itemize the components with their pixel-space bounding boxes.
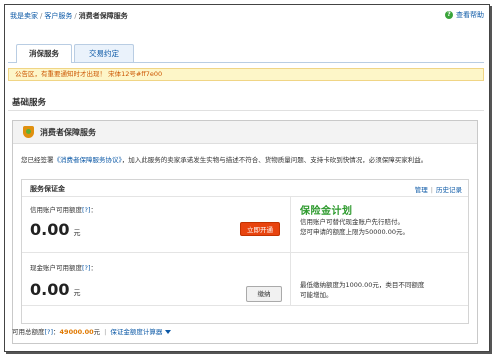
- credit-quota-colon: ：: [90, 206, 98, 214]
- breadcrumb-current: 消费者保障服务: [78, 12, 128, 20]
- total-quota-unit: 元: [93, 328, 101, 336]
- insurance-plan-text: 信用账户可替代现金账户先行赔付。 您可申请的额度上限为50000.00元。: [300, 217, 466, 237]
- section-divider: [8, 110, 484, 111]
- deposit-header: 服务保证金 管理 | 历史记录: [22, 180, 468, 197]
- deposit-links: 管理 | 历史记录: [415, 184, 462, 194]
- agreement-text: 您已经签署《消费者保障服务协议》，加入此服务的卖家承诺发生实物与描述不符合、货物…: [21, 154, 427, 164]
- tab-protection-service[interactable]: 消保服务: [16, 44, 72, 63]
- row-divider: [22, 252, 468, 253]
- shield-icon: [23, 126, 34, 138]
- cash-quota-text: 现金账户可用额度: [30, 264, 82, 272]
- credit-quota-help[interactable]: [?]: [82, 206, 91, 214]
- manage-link[interactable]: 管理: [415, 186, 428, 194]
- credit-quota-text: 信用账户可用额度: [30, 206, 82, 214]
- agreement-link[interactable]: 《消费者保障服务协议》: [54, 156, 122, 164]
- help-label: 查看帮助: [456, 11, 484, 19]
- tab-trade-agreement[interactable]: 交易约定: [74, 44, 134, 62]
- protection-panel: 消费者保障服务 您已经签署《消费者保障服务协议》，加入此服务的卖家承诺发生实物与…: [12, 120, 478, 344]
- credit-quota-amount: 0.00 元: [30, 220, 80, 239]
- deposit-box: 服务保证金 管理 | 历史记录 信用账户可用额度[?]： 0.00 元 立即开通 保险…: [21, 179, 469, 324]
- section-title: 基础服务: [12, 98, 47, 108]
- history-link[interactable]: 历史记录: [436, 186, 462, 194]
- agreement-prefix: 您已经签署: [21, 156, 54, 164]
- breadcrumb-separator: /: [40, 12, 43, 20]
- column-divider: [290, 197, 291, 252]
- minimum-limit-line: 最低缴纳额度为1000.00元，类目不同额度: [300, 281, 425, 289]
- minimum-limit-text: 最低缴纳额度为1000.00元，类目不同额度 可能增加。: [300, 280, 466, 300]
- panel-header: 消费者保障服务: [13, 121, 477, 144]
- cash-amount-value: 0.00: [30, 280, 70, 299]
- cash-quota-label: 现金账户可用额度[?]：: [30, 262, 97, 272]
- breadcrumb-separator: /: [74, 12, 77, 20]
- cash-quota-colon: ：: [90, 264, 98, 272]
- deposit-calculator-link[interactable]: 保证金额度计算器: [110, 328, 162, 336]
- total-quota-footer: 可用总额度[?]：49000.00元 | 保证金额度计算器: [12, 326, 172, 336]
- breadcrumb: 我是卖家 / 客户服务 / 消费者保障服务: [10, 11, 128, 21]
- panel-title: 消费者保障服务: [40, 128, 96, 137]
- credit-amount-unit: 元: [73, 229, 81, 237]
- pay-button[interactable]: 缴纳: [246, 286, 282, 302]
- cash-amount-unit: 元: [73, 289, 81, 297]
- insurance-plan-line: 您可申请的额度上限为50000.00元。: [300, 228, 410, 236]
- deposit-title: 服务保证金: [30, 185, 65, 193]
- credit-amount-value: 0.00: [30, 220, 70, 239]
- help-icon: ?: [445, 11, 453, 19]
- chevron-down-icon[interactable]: [165, 330, 172, 334]
- total-quota-value: 49000.00: [59, 328, 94, 336]
- credit-quota-label: 信用账户可用额度[?]：: [30, 204, 97, 214]
- column-divider: [290, 253, 291, 305]
- minimum-limit-line: 可能增加。: [300, 291, 333, 299]
- insurance-plan-logo: 保险金计划: [300, 206, 353, 217]
- breadcrumb-customer-service[interactable]: 客户服务: [44, 12, 72, 20]
- link-divider: |: [430, 186, 433, 194]
- open-now-button[interactable]: 立即开通: [240, 222, 280, 236]
- footer-divider: |: [104, 328, 107, 336]
- notice-banner: 公告区，有重要通知时才出现！ 宋体12号#ff7e00: [8, 68, 484, 81]
- total-quota-help[interactable]: [?]: [45, 328, 54, 336]
- help-link[interactable]: ? 查看帮助: [445, 10, 484, 20]
- row-divider: [22, 305, 468, 306]
- cash-quota-help[interactable]: [?]: [82, 264, 91, 272]
- agreement-suffix: ，加入此服务的卖家承诺发生实物与描述不符合、货物质量问题、支持卡砍到快情况，必须…: [121, 156, 428, 164]
- cash-quota-amount: 0.00 元: [30, 280, 80, 299]
- total-quota-label: 可用总额度: [12, 328, 45, 336]
- top-bar: 我是卖家 / 客户服务 / 消费者保障服务 ? 查看帮助: [8, 8, 486, 22]
- breadcrumb-seller[interactable]: 我是卖家: [10, 12, 38, 20]
- tab-bar: 消保服务 交易约定: [8, 44, 484, 63]
- insurance-plan-line: 信用账户可替代现金账户先行赔付。: [300, 218, 404, 226]
